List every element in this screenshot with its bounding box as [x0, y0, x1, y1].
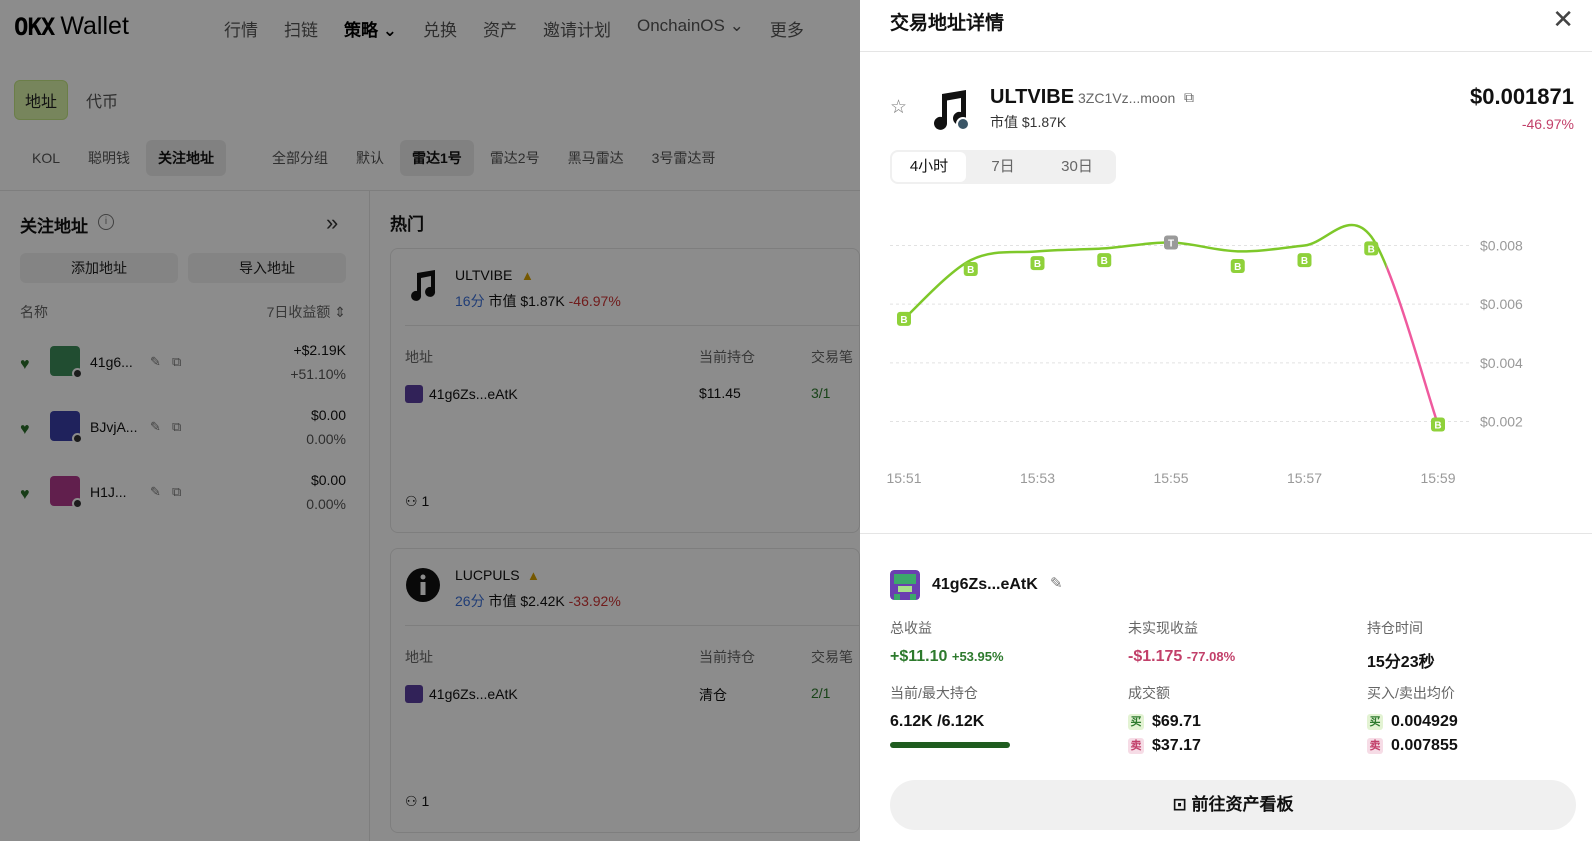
total-pnl-value: +$11.10: [890, 648, 948, 665]
stat-label: 持仓时间: [1367, 620, 1423, 636]
marker-label: B: [1434, 420, 1441, 431]
token-mcap: 市值 $1.87K: [990, 114, 1067, 130]
close-icon[interactable]: ✕: [1552, 6, 1574, 32]
stat-label: 当前/最大持仓: [890, 685, 978, 701]
drawer-header: 交易地址详情 ✕: [860, 0, 1592, 52]
music-note-icon: [934, 90, 970, 131]
stat-value: -$1.175 -77.08%: [1128, 648, 1235, 666]
y-tick-label: $0.002: [1480, 414, 1523, 430]
marker-label: B: [1301, 256, 1308, 267]
go-to-dashboard-button[interactable]: ⊡ 前往资产看板: [890, 780, 1576, 830]
star-icon[interactable]: ☆: [890, 96, 907, 119]
marker-label: B: [1101, 256, 1108, 267]
y-tick-label: $0.008: [1480, 237, 1523, 253]
sell-volume-value: $37.17: [1152, 737, 1201, 754]
unreal-pct: -77.08%: [1186, 649, 1236, 664]
stat-avg-price: 买入/卖出均价 买 0.004929 卖 0.007855: [1367, 683, 1458, 755]
token-address: 3ZC1Vz...moon: [1078, 90, 1176, 106]
marker-label: T: [1168, 239, 1174, 250]
stat-label: 总收益: [890, 620, 932, 636]
stat-unrealized: 未实现收益 -$1.175 -77.08%: [1128, 618, 1235, 666]
token-price: $0.001871: [1470, 84, 1574, 109]
price-line-up: [903, 223, 1387, 320]
cta-label: 前往资产看板: [1191, 795, 1294, 814]
x-tick-label: 15:55: [1153, 470, 1188, 486]
marker-label: B: [900, 315, 907, 326]
marker-label: B: [1034, 259, 1041, 270]
y-tick-label: $0.006: [1480, 296, 1523, 312]
tab-30d[interactable]: 30日: [1040, 152, 1114, 182]
sell-avg-value: 0.007855: [1391, 737, 1458, 754]
sell-volume: 卖 $37.17: [1128, 737, 1201, 755]
tab-4h[interactable]: 4小时: [892, 152, 966, 182]
stat-holding: 当前/最大持仓 6.12K /6.12K: [890, 683, 984, 731]
buy-volume-value: $69.71: [1152, 713, 1201, 730]
price-change: -46.97%: [1521, 116, 1574, 132]
x-tick-label: 15:59: [1420, 470, 1455, 486]
buy-tag: 买: [1367, 714, 1383, 730]
sell-tag: 卖: [1367, 738, 1383, 754]
wallet-name: 41g6Zs...eAtK: [932, 576, 1038, 593]
address-detail-drawer: 交易地址详情 ✕ ☆ ULTVIBE 3ZC1Vz...moon ⧉ 市值 $1…: [860, 0, 1592, 841]
x-tick-label: 15:51: [886, 470, 921, 486]
sell-tag: 卖: [1128, 738, 1144, 754]
marker-label: B: [1234, 262, 1241, 273]
y-tick-label: $0.004: [1480, 355, 1523, 371]
edit-icon[interactable]: ✎: [1050, 574, 1063, 592]
buy-tag: 买: [1128, 714, 1144, 730]
stat-label: 未实现收益: [1128, 620, 1198, 636]
copy-icon[interactable]: ⧉: [1184, 89, 1194, 106]
stat-total-pnl: 总收益 +$11.10 +53.95%: [890, 618, 1004, 666]
hold-time-value: 15分23秒: [1367, 654, 1435, 671]
tab-7d[interactable]: 7日: [966, 152, 1040, 182]
stat-volume: 成交额 买 $69.71 卖 $37.17: [1128, 683, 1201, 755]
marker-label: B: [967, 265, 974, 276]
buy-volume: 买 $69.71: [1128, 713, 1201, 731]
stat-hold-time: 持仓时间 15分23秒: [1367, 618, 1435, 672]
token-name: ULTVIBE: [990, 86, 1075, 108]
holding-value: 6.12K /6.12K: [890, 713, 985, 730]
drawer-title: 交易地址详情: [890, 13, 1005, 34]
divider: [860, 533, 1592, 534]
unreal-value: -$1.175: [1128, 648, 1183, 665]
x-tick-label: 15:57: [1287, 470, 1322, 486]
price-chart[interactable]: $0.008 $0.006 $0.004 $0.002 15:51 15:53 15:55 1…: [860, 200, 1592, 510]
stat-label: 买入/卖出均价: [1367, 685, 1455, 701]
x-tick-label: 15:53: [1020, 470, 1055, 486]
stat-label: 成交额: [1128, 685, 1170, 701]
sell-avg: 卖 0.007855: [1367, 737, 1458, 755]
buy-avg-value: 0.004929: [1391, 713, 1458, 730]
avatar: [890, 570, 920, 600]
holding-progress-bar: [890, 742, 1010, 748]
stat-value: +$11.10 +53.95%: [890, 648, 1004, 666]
buy-avg: 买 0.004929: [1367, 713, 1458, 731]
marker-label: B: [1368, 244, 1375, 255]
timeframe-tabs: 4小时 7日 30日: [890, 150, 1116, 184]
dashboard-icon: ⊡: [1172, 795, 1187, 814]
total-pnl-pct: +53.95%: [951, 649, 1004, 664]
